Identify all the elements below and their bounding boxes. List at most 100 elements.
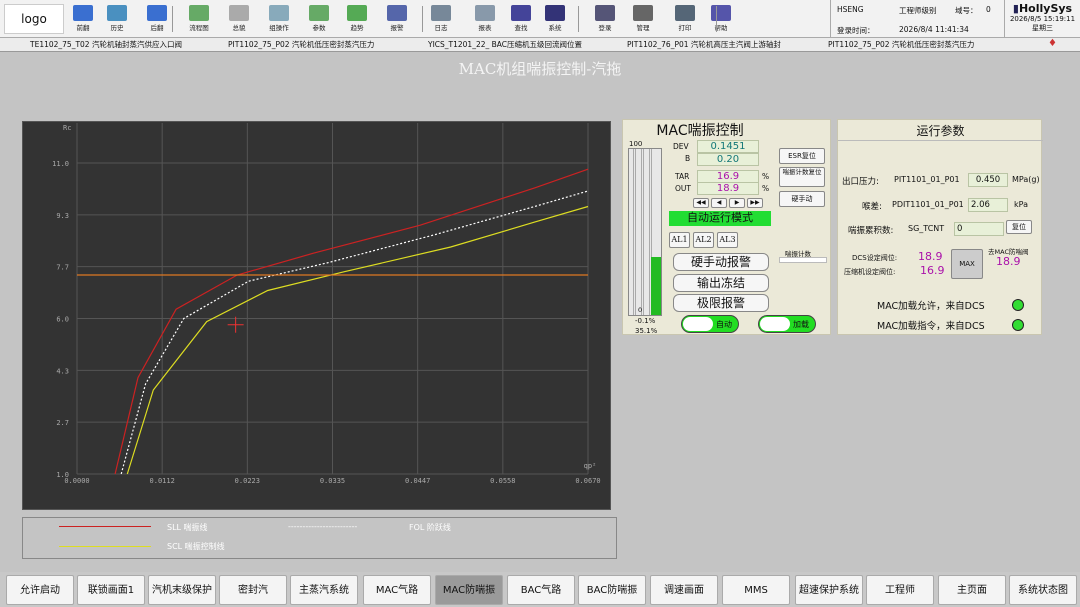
nav-button-7[interactable]: BAC气路 <box>507 575 575 605</box>
alarm-desc: 汽轮机低压密封蒸汽压力 <box>891 40 975 49</box>
toolbar-button-label: 趋势 <box>350 24 364 32</box>
step-up-button[interactable]: ▶ <box>729 198 745 208</box>
toolbar-icon <box>147 5 167 21</box>
surge-count-reset-button[interactable]: 喘振计数复位 <box>779 167 825 187</box>
alarm-bell-icon[interactable]: ♦ <box>1048 38 1060 52</box>
step-fast-up-button[interactable]: ▶▶ <box>747 198 763 208</box>
output-bar <box>628 148 662 316</box>
toolbar-button-3[interactable]: 流程图 <box>182 5 216 35</box>
load-toggle-label: 加载 <box>793 320 809 329</box>
operating-params-panel: 运行参数 出口压力: PIT1101_01_P01 0.450 MPa(g) 喉… <box>837 119 1043 335</box>
nav-button-13[interactable]: 主页面 <box>938 575 1006 605</box>
brand-datetime: 2026/8/5 15:19:11 <box>1009 15 1076 23</box>
alarm-item[interactable]: YICS_T1201_22_ BAC压缩机五级回流阀位置 <box>428 39 582 50</box>
cum-reset-button[interactable]: 复位 <box>1006 220 1032 234</box>
y-tick-label: 11.0 <box>52 160 69 168</box>
alarm-item[interactable]: TE1102_75_T02 汽轮机轴封蒸汽供应入口阀 <box>30 39 182 50</box>
mac-control-panel: MAC喘振控制 100 0 -0.1% 35.1% DEV 0.1451 B 0… <box>622 119 831 335</box>
nav-button-3[interactable]: 密封汽 <box>219 575 287 605</box>
load-toggle[interactable]: 加载 <box>758 315 816 333</box>
y-tick-label: 4.3 <box>56 367 69 375</box>
user-role: 工程师级别 <box>899 6 937 15</box>
bar-min-label: 0 <box>638 306 643 314</box>
nav-button-5[interactable]: MAC气路 <box>363 575 431 605</box>
alarm-item[interactable]: PIT1102_75_P02 汽轮机低压密封蒸汽压力 <box>228 39 374 50</box>
toolbar-button-label: 前翻 <box>76 24 90 32</box>
load-allow-indicator <box>1012 299 1024 311</box>
legend-sll-swatch <box>59 526 151 527</box>
toolbar-button-5[interactable]: 组操作 <box>262 5 296 35</box>
toolbar-separator <box>422 6 423 32</box>
nav-button-9[interactable]: 调速画面 <box>650 575 718 605</box>
chart-legend: SLL 喘振线 ------------------------ FOL 阶跃线… <box>22 517 617 559</box>
y-tick-label: 2.7 <box>56 419 69 427</box>
user-domain: HSENG <box>837 5 864 14</box>
nav-button-8[interactable]: BAC防喘振 <box>578 575 646 605</box>
toolbar-button-0[interactable]: 前翻 <box>66 5 100 35</box>
y-tick-label: 7.7 <box>56 264 69 272</box>
cum-tag: SG_TCNT <box>908 224 945 233</box>
toolbar-button-7[interactable]: 趋势 <box>340 5 374 35</box>
toolbar-button-4[interactable]: 总貌 <box>222 5 256 35</box>
step-fast-down-button[interactable]: ◀◀ <box>693 198 709 208</box>
step-down-button[interactable]: ◀ <box>711 198 727 208</box>
toolbar-button-10[interactable]: 报表 <box>468 5 502 35</box>
alarm-desc: 汽轮机高压主汽阀上游轴封 <box>690 40 781 49</box>
nav-button-11[interactable]: 超速保护系统 <box>795 575 863 605</box>
bottom-nav: 允许启动 联锁画面1 汽机末级保护 密封汽 主蒸汽系统 MAC气路 MAC防喘振 BAC气路 B… <box>0 572 1080 607</box>
diff-tag: PDIT1101_01_P01 <box>892 200 964 209</box>
outlet-tag: PIT1101_01_P01 <box>894 175 960 184</box>
toolbar-button-11[interactable]: 查找 <box>504 5 538 35</box>
nav-button-12[interactable]: 工程师 <box>866 575 934 605</box>
toolbar-button-label: 总貌 <box>232 24 246 32</box>
alarm-tag: YICS_T1201_22_ <box>428 40 490 49</box>
dev-value: 0.1451 <box>697 140 759 153</box>
alarm-item[interactable]: PIT1102_75_P02 汽轮机低压密封蒸汽压力 <box>828 39 974 50</box>
toolbar-button-2[interactable]: 后翻 <box>140 5 174 35</box>
toolbar-button-13[interactable]: 登录 <box>588 5 622 35</box>
toolbar-icon <box>347 5 367 21</box>
brand: ▮HollySys 2026/8/5 15:19:11 星期三 <box>1004 0 1080 38</box>
toolbar-button-label: 日志 <box>434 24 448 32</box>
al2-button[interactable]: AL2 <box>693 232 714 248</box>
nav-button-1[interactable]: 联锁画面1 <box>77 575 145 605</box>
series-line-2 <box>126 205 589 475</box>
b-label: B <box>685 154 691 163</box>
legend-fol-dashes: ------------------------ <box>288 522 358 531</box>
toolbar: logo 前翻 历史 后翻 流程图 总貌 组操作 参数 趋势 报警 日志 报表 查找 系统 登录 管理 打印 帮… <box>0 0 1080 38</box>
toolbar-separator <box>578 6 579 32</box>
toolbar-button-9[interactable]: 日志 <box>424 5 458 35</box>
nav-button-4[interactable]: 主蒸汽系统 <box>290 575 358 605</box>
nav-button-6[interactable]: MAC防喘振 <box>435 575 503 605</box>
user-info: HSENG 工程师级别 域号： 0 登录时间： 2026/8/4 11:41:3… <box>830 0 1004 38</box>
toolbar-button-label: 系统 <box>548 24 562 32</box>
alarm-item[interactable]: PIT1102_76_P01 汽轮机高压主汽阀上游轴封 <box>627 39 781 50</box>
bar-low-value: -0.1% <box>635 317 656 325</box>
surge-count-field <box>779 257 827 263</box>
nav-button-2[interactable]: 汽机末级保护 <box>148 575 216 605</box>
op-panel-title: 运行参数 <box>916 124 965 138</box>
toolbar-button-8[interactable]: 报警 <box>380 5 414 35</box>
toolbar-button-1[interactable]: 历史 <box>100 5 134 35</box>
toolbar-button-16[interactable]: 帮助 <box>704 5 738 35</box>
toolbar-button-12[interactable]: 系统 <box>538 5 572 35</box>
surge-chart-svg: 0.0000 0.0112 0.0223 0.0335 0.0447 0.0558 0.06… <box>52 123 601 485</box>
toolbar-button-6[interactable]: 参数 <box>302 5 336 35</box>
alarm-tag: PIT1102_75_P02 <box>228 40 290 49</box>
al3-button[interactable]: AL3 <box>717 232 738 248</box>
toolbar-button-label: 后翻 <box>150 24 164 32</box>
al1-button[interactable]: AL1 <box>669 232 690 248</box>
surge-chart: 0.0000 0.0112 0.0223 0.0335 0.0447 0.0558 0.06… <box>22 121 611 510</box>
esr-reset-button[interactable]: ESR复位 <box>779 148 825 164</box>
tar-label: TAR <box>675 172 690 181</box>
legend-scl: SCL 喘振控制线 <box>167 542 225 551</box>
auto-toggle[interactable]: 自动 <box>681 315 739 333</box>
nav-button-14[interactable]: 系统状态图 <box>1009 575 1077 605</box>
toolbar-button-14[interactable]: 管理 <box>626 5 660 35</box>
alarm-tag: PIT1102_76_P01 <box>627 40 689 49</box>
nav-button-10[interactable]: MMS <box>722 575 790 605</box>
dev-label: DEV <box>673 142 689 151</box>
toolbar-button-15[interactable]: 打印 <box>668 5 702 35</box>
hard-manual-button[interactable]: 硬手动 <box>779 191 825 207</box>
nav-button-0[interactable]: 允许启动 <box>6 575 74 605</box>
